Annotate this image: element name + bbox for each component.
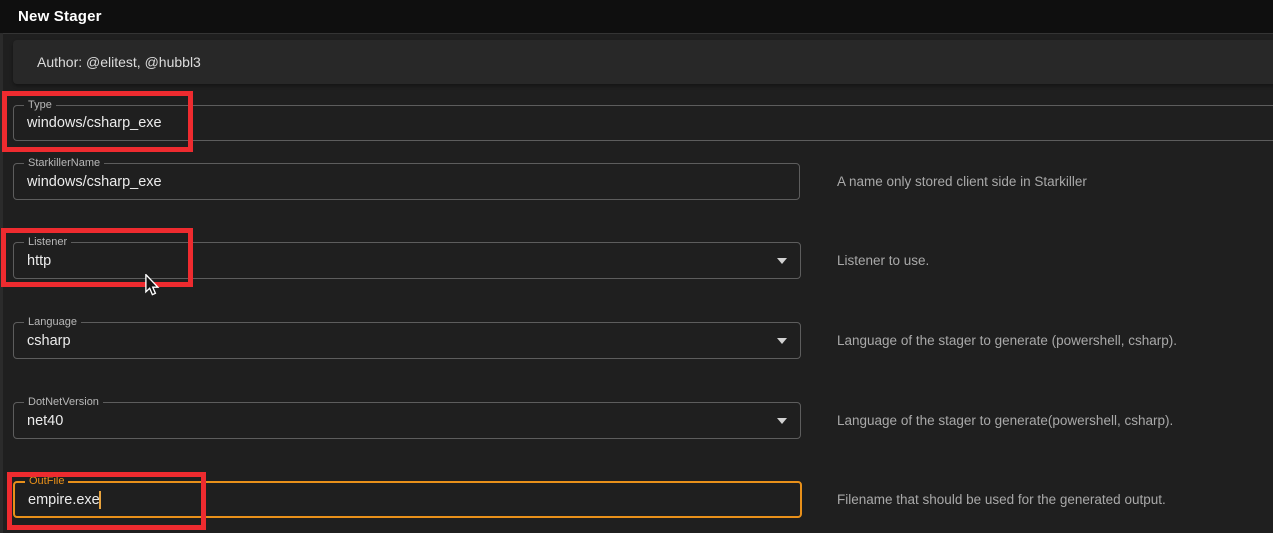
starkillername-field[interactable]: StarkillerName (13, 163, 800, 200)
outfile-help-text: Filename that should be used for the gen… (837, 481, 1166, 518)
left-edge-strip (0, 33, 3, 533)
language-select[interactable]: Language csharp (13, 322, 801, 359)
language-help-text: Language of the stager to generate (powe… (837, 322, 1177, 359)
new-stager-screen: New Stager Author: @elitest, @hubbl3 Typ… (0, 0, 1273, 533)
listener-help-text: Listener to use. (837, 242, 929, 279)
author-text: Author: @elitest, @hubbl3 (37, 54, 201, 70)
language-selected-value: csharp (27, 323, 71, 358)
type-field[interactable]: Type (13, 105, 1273, 141)
outfile-input-value[interactable]: empire.exe (28, 483, 100, 516)
page-header: New Stager (0, 0, 1273, 33)
dotnetversion-help-text: Language of the stager to generate(power… (837, 402, 1173, 439)
text-cursor-caret (99, 491, 101, 509)
chevron-down-icon (777, 418, 787, 424)
header-divider (0, 33, 1273, 34)
page-title: New Stager (0, 0, 1273, 33)
dotnetversion-selected-value: net40 (27, 403, 63, 438)
chevron-down-icon (777, 258, 787, 264)
type-input[interactable] (14, 106, 1273, 140)
chevron-down-icon (777, 338, 787, 344)
starkillername-input[interactable] (14, 164, 799, 199)
starkillername-help-text: A name only stored client side in Starki… (837, 163, 1087, 200)
author-bar: Author: @elitest, @hubbl3 (13, 40, 1273, 84)
dotnetversion-select[interactable]: DotNetVersion net40 (13, 402, 801, 439)
listener-selected-value: http (27, 243, 51, 278)
outfile-field[interactable]: OutFile empire.exe (13, 481, 802, 518)
listener-select[interactable]: Listener http (13, 242, 801, 279)
